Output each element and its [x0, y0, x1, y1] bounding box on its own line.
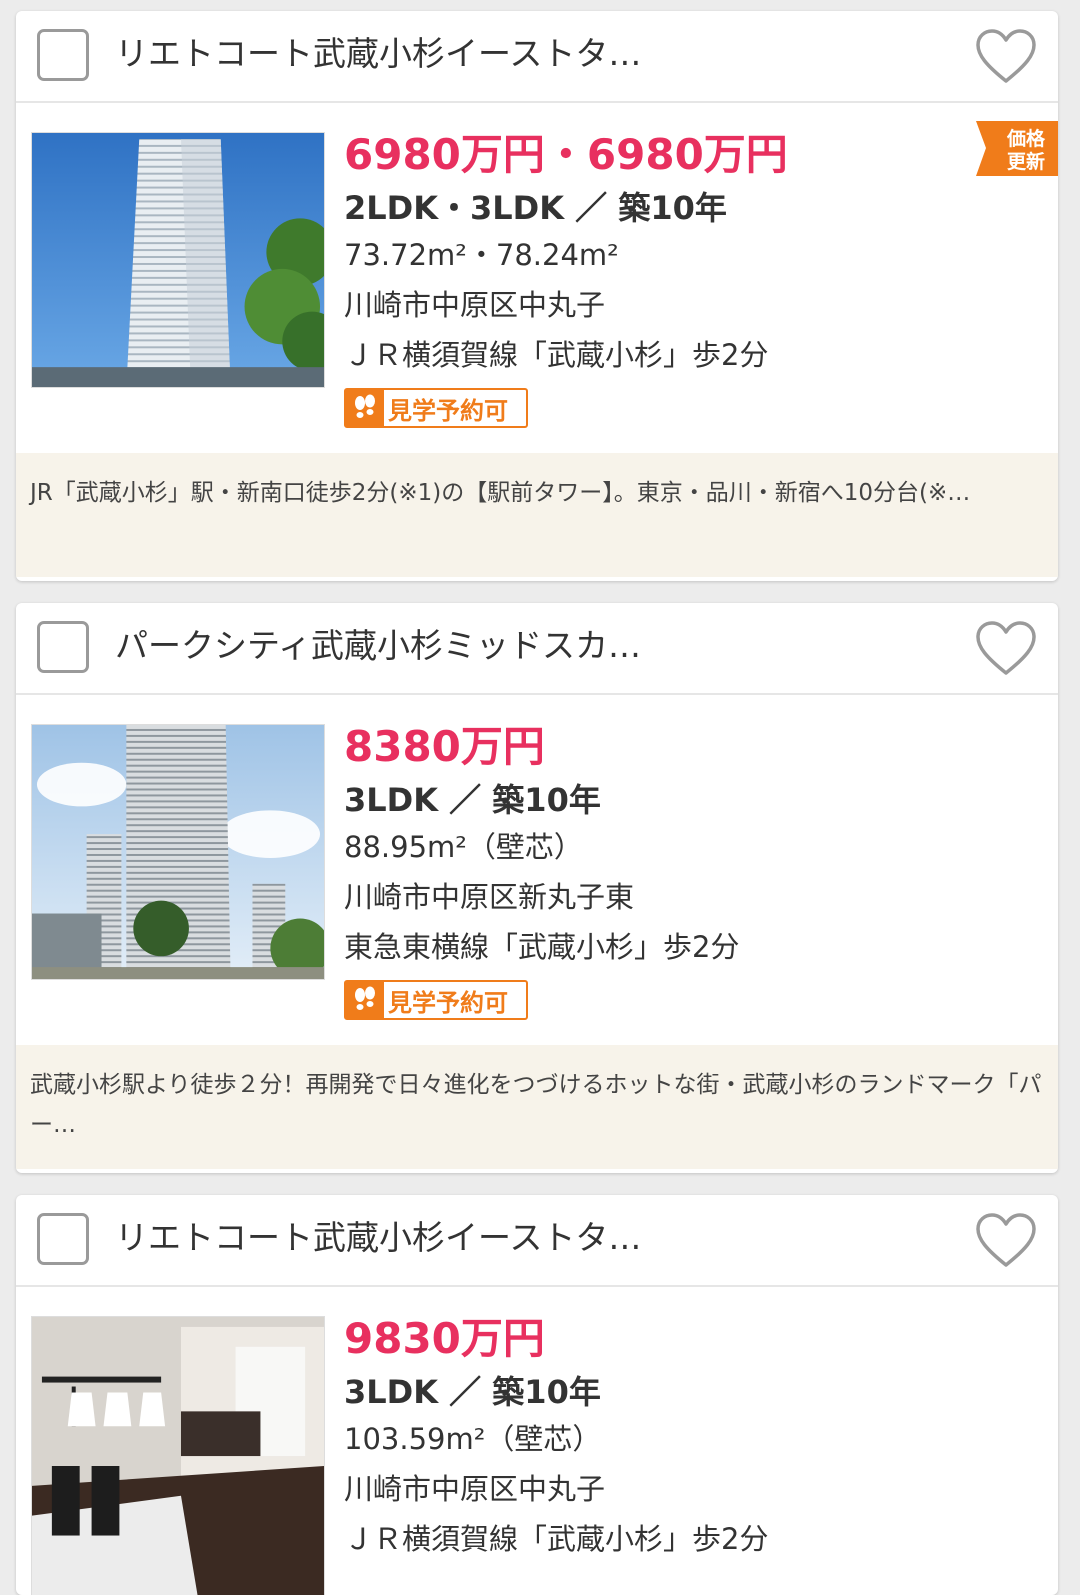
- footprints-icon: [346, 982, 384, 1018]
- compare-checkbox[interactable]: [37, 1213, 89, 1265]
- listing-access: 東急東横線「武蔵小杉」歩2分: [344, 930, 740, 964]
- listing-title[interactable]: リエトコート武蔵小杉イーストタ…: [115, 1216, 935, 1260]
- listing-body[interactable]: 8380万円 3LDK ／ 築10年 88.95m²（壁芯） 川崎市中原区新丸子…: [16, 695, 1058, 1045]
- ribbon-line-1: 価格: [1006, 127, 1046, 150]
- tour-badge-label: 見学予約可: [388, 396, 508, 425]
- listing-description: JR「武蔵小杉」駅・新南口徒歩2分(※1)の【駅前タワー】。東京・品川・新宿へ1…: [16, 453, 1058, 577]
- favorite-heart-icon[interactable]: [974, 619, 1038, 679]
- favorite-heart-icon[interactable]: [974, 27, 1038, 87]
- listing-area: 88.95m²（壁芯）: [344, 830, 583, 864]
- listing-address: 川崎市中原区中丸子: [344, 288, 606, 322]
- listing-card[interactable]: リエトコート武蔵小杉イーストタ… 9830万円 3LDK ／ 築10年 103.…: [16, 1195, 1058, 1595]
- listing-title[interactable]: パークシティ武蔵小杉ミッドスカ…: [115, 624, 935, 668]
- listing-layout: 3LDK ／ 築10年: [344, 781, 601, 819]
- listing-card[interactable]: リエトコート武蔵小杉イーストタ… 6980万円・6980万円 2LDK・3LDK…: [16, 11, 1058, 581]
- listing-header: リエトコート武蔵小杉イーストタ…: [16, 1195, 1058, 1287]
- listing-area: 103.59m²（壁芯）: [344, 1422, 602, 1456]
- listing-address: 川崎市中原区新丸子東: [344, 880, 635, 914]
- listing-layout: 2LDK・3LDK ／ 築10年: [344, 189, 727, 227]
- listing-layout: 3LDK ／ 築10年: [344, 1373, 601, 1411]
- listing-header: パークシティ武蔵小杉ミッドスカ…: [16, 603, 1058, 695]
- tower-cluster-photo[interactable]: [31, 724, 325, 980]
- listing-body[interactable]: 6980万円・6980万円 2LDK・3LDK ／ 築10年 73.72m²・7…: [16, 103, 1058, 453]
- tower-building-photo[interactable]: [31, 132, 325, 388]
- listing-price: 6980万円・6980万円: [344, 130, 788, 179]
- ribbon-line-2: 更新: [1007, 150, 1045, 173]
- listing-description: 武蔵小杉駅より徒歩２分！再開発で日々進化をつづけるホットな街・武蔵小杉のランドマ…: [16, 1045, 1058, 1169]
- price-updated-ribbon: 価格 更新: [976, 121, 1058, 187]
- compare-checkbox[interactable]: [37, 29, 89, 81]
- tour-badge-label: 見学予約可: [388, 988, 508, 1017]
- favorite-heart-icon[interactable]: [974, 1211, 1038, 1271]
- listing-access: ＪＲ横須賀線「武蔵小杉」歩2分: [344, 338, 769, 372]
- listing-card[interactable]: パークシティ武蔵小杉ミッドスカ… 8380万円 3LDK ／ 築10年 88.9…: [16, 603, 1058, 1173]
- tour-reservation-badge: 見学予約可: [344, 388, 528, 428]
- living-room-photo[interactable]: [31, 1316, 325, 1595]
- listing-header: リエトコート武蔵小杉イーストタ…: [16, 11, 1058, 103]
- listing-price: 9830万円: [344, 1314, 545, 1363]
- listing-body[interactable]: 9830万円 3LDK ／ 築10年 103.59m²（壁芯） 川崎市中原区中丸…: [16, 1287, 1058, 1595]
- listing-access: ＪＲ横須賀線「武蔵小杉」歩2分: [344, 1522, 769, 1556]
- tour-reservation-badge: 見学予約可: [344, 980, 528, 1020]
- listing-address: 川崎市中原区中丸子: [344, 1472, 606, 1506]
- compare-checkbox[interactable]: [37, 621, 89, 673]
- listing-area: 73.72m²・78.24m²: [344, 238, 619, 272]
- footprints-icon: [346, 390, 384, 426]
- listing-price: 8380万円: [344, 722, 545, 771]
- listing-title[interactable]: リエトコート武蔵小杉イーストタ…: [115, 32, 935, 76]
